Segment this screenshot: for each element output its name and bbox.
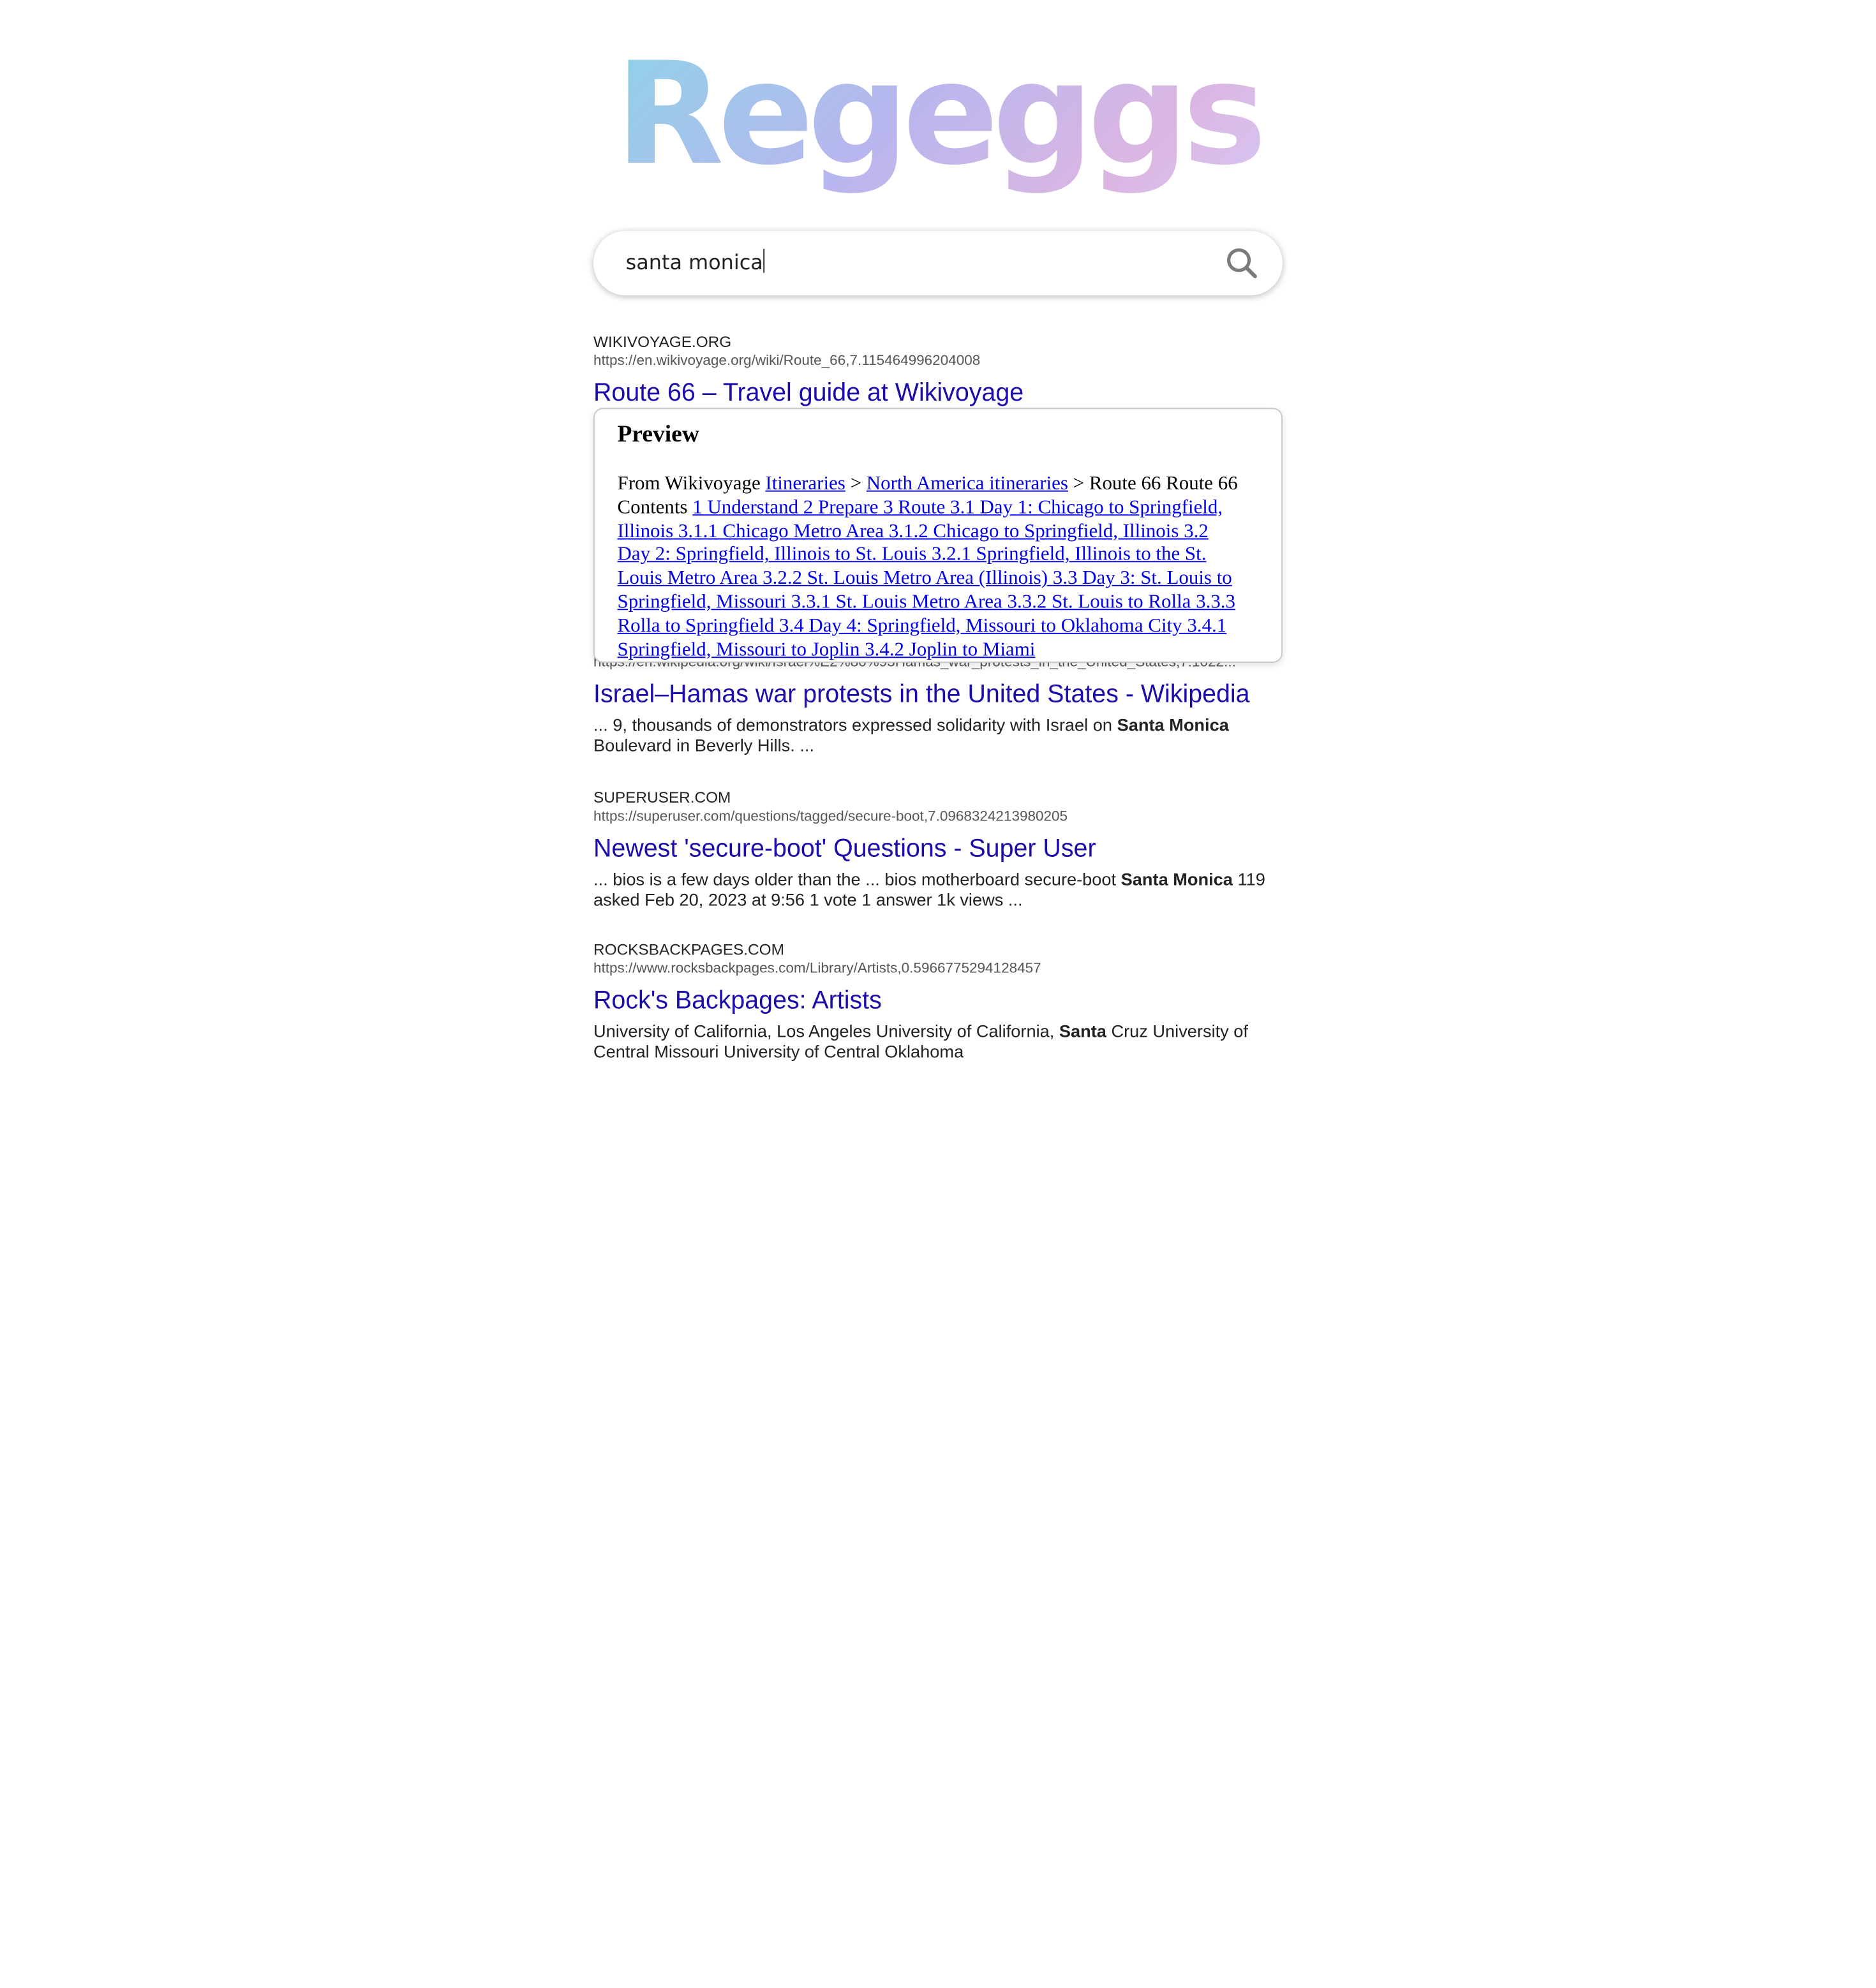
result-title-link[interactable]: Newest 'secure-boot' Questions - Super U…	[593, 834, 1288, 865]
snippet-text: ... 9, thousands of demonstrators expres…	[593, 716, 1117, 736]
result-title-link[interactable]: Rock's Backpages: Artists	[593, 986, 1288, 1017]
result-url: https://superuser.com/questions/tagged/s…	[593, 807, 1068, 824]
result-domain: WIKIVOYAGE.ORG	[593, 332, 732, 351]
result-item: SUPERUSER.COM https://superuser.com/ques…	[593, 789, 1288, 912]
result-item: https://en.wikipedia.org/wiki/Israel%E2%…	[593, 653, 1288, 757]
search-bar: santa monica	[593, 230, 1283, 296]
preview-popup[interactable]: Preview From Wikivoyage Itineraries > No…	[593, 408, 1283, 663]
search-input[interactable]: santa monica	[626, 249, 764, 275]
search-input-value: santa monica	[625, 251, 763, 276]
result-title-link[interactable]: Route 66 – Travel guide at Wikivoyage	[593, 378, 1288, 410]
result-url: https://www.rocksbackpages.com/Library/A…	[593, 959, 1041, 976]
text-caret	[763, 249, 764, 273]
search-button[interactable]	[1225, 246, 1259, 280]
site-logo[interactable]: Regeggs	[0, 36, 1876, 191]
result-title-link[interactable]: Israel–Hamas war protests in the United …	[593, 679, 1288, 711]
snippet-text: ... bios is a few days older than the ..…	[593, 871, 1121, 890]
preview-body: From Wikivoyage Itineraries > North Amer…	[618, 471, 1246, 661]
preview-title: Preview	[617, 421, 699, 448]
search-icon	[1227, 248, 1257, 279]
preview-intro: From Wikivoyage	[617, 471, 766, 494]
preview-link-itineraries[interactable]: Itineraries	[765, 471, 845, 494]
result-url: https://en.wikivoyage.org/wiki/Route_66,…	[593, 352, 981, 369]
preview-toc-links[interactable]: 1 Understand 2 Prepare 3 Route 3.1 Day 1…	[618, 495, 1236, 660]
preview-separator: >	[845, 471, 867, 494]
result-domain: SUPERUSER.COM	[593, 788, 731, 806]
result-snippet: University of California, Los Angeles Un…	[593, 1023, 1269, 1064]
result-item: WIKIVOYAGE.ORG https://en.wikivoyage.org…	[593, 332, 1288, 409]
page: Regeggs santa monica WIKIVOYAGE.ORG http…	[0, 0, 1876, 1988]
snippet-text: Boulevard in Beverly Hills. ...	[593, 737, 815, 756]
logo-text: Regeggs	[615, 31, 1267, 197]
result-snippet: ... bios is a few days older than the ..…	[593, 871, 1269, 912]
snippet-highlight: Santa Monica	[1120, 871, 1233, 890]
result-snippet: ... 9, thousands of demonstrators expres…	[593, 716, 1269, 757]
snippet-highlight: Santa	[1059, 1023, 1106, 1042]
result-item: ROCKSBACKPAGES.COM https://www.rocksback…	[593, 940, 1288, 1064]
snippet-text: University of California, Los Angeles Un…	[593, 1023, 1059, 1042]
preview-link-north-america[interactable]: North America itineraries	[867, 471, 1068, 494]
result-domain: ROCKSBACKPAGES.COM	[593, 940, 784, 958]
snippet-highlight: Santa Monica	[1117, 716, 1229, 736]
